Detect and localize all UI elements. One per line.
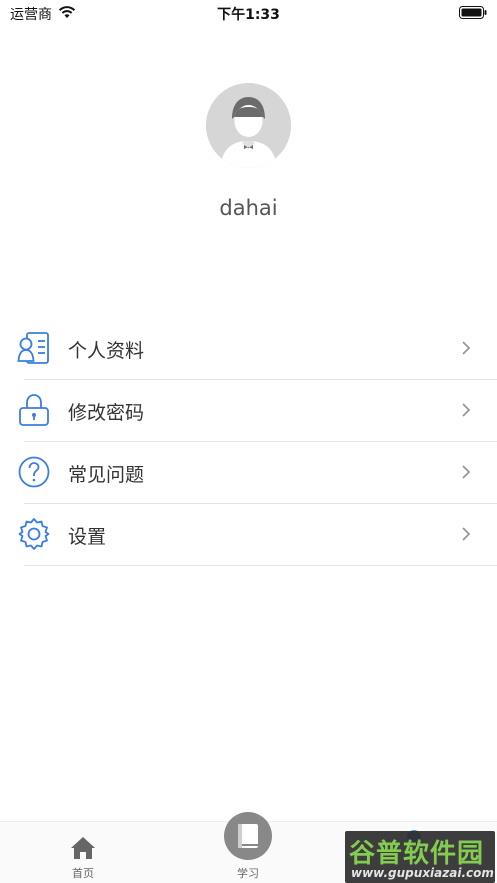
tab-study[interactable]: 学习 bbox=[208, 812, 288, 883]
menu-item-change-password[interactable]: 修改密码 bbox=[0, 380, 497, 442]
status-bar: 运营商 下午1:33 bbox=[0, 0, 497, 26]
chevron-right-icon bbox=[462, 341, 471, 355]
menu-item-faq[interactable]: 常见问题 bbox=[0, 442, 497, 504]
question-icon bbox=[18, 456, 50, 488]
clock: 下午1:33 bbox=[217, 7, 280, 23]
menu-item-label: 设置 bbox=[68, 526, 107, 548]
chevron-right-icon bbox=[462, 403, 471, 417]
menu-item-label: 个人资料 bbox=[68, 340, 145, 362]
battery-icon bbox=[459, 6, 487, 19]
watermark: 谷普软件园 www.gupuxiazai.com bbox=[345, 831, 495, 883]
user-avatar-icon bbox=[206, 83, 291, 168]
chevron-right-icon bbox=[462, 527, 471, 541]
gear-icon bbox=[18, 518, 50, 550]
menu-item-label: 修改密码 bbox=[68, 402, 145, 424]
divider bbox=[24, 565, 497, 566]
home-icon bbox=[71, 837, 95, 859]
menu-item-profile[interactable]: 个人资料 bbox=[0, 318, 497, 380]
watermark-title: 谷普软件园 bbox=[349, 839, 485, 869]
username: dahai bbox=[219, 196, 278, 220]
menu-item-label: 常见问题 bbox=[68, 464, 145, 486]
tab-label: 学习 bbox=[237, 867, 259, 880]
book-icon bbox=[224, 812, 272, 860]
avatar[interactable] bbox=[206, 83, 291, 168]
menu-item-settings[interactable]: 设置 bbox=[0, 504, 497, 566]
watermark-url: www.gupuxiazai.com bbox=[351, 866, 494, 880]
chevron-right-icon bbox=[462, 465, 471, 479]
settings-menu: 个人资料 修改密码 常见问题 设置 bbox=[0, 318, 497, 566]
lock-icon bbox=[19, 394, 49, 426]
tab-label: 首页 bbox=[72, 867, 94, 880]
tab-home[interactable]: 首页 bbox=[43, 822, 123, 883]
profile-card-icon bbox=[17, 332, 49, 364]
